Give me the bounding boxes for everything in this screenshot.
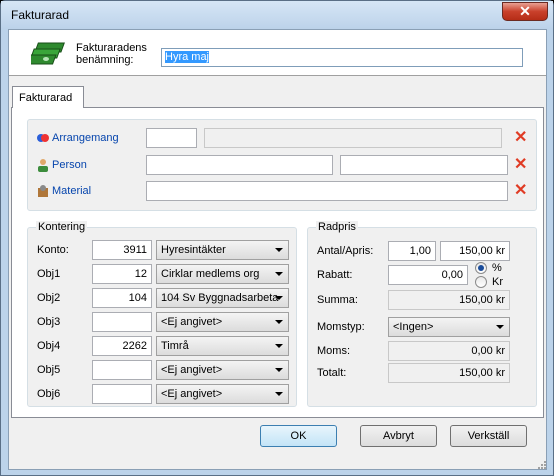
person-icon [38,159,48,172]
rabatt-label: Rabatt: [317,269,353,281]
obj2-select-value: 104 Sv Byggnadsarbeta [161,292,279,304]
arrangemang-icon [37,134,49,142]
remove-material-icon[interactable]: ✕ [514,180,527,200]
obj6-select[interactable]: <Ej angivet> [156,384,289,404]
obj6-input[interactable] [92,384,152,404]
chevron-down-icon [496,325,504,329]
obj4-input[interactable]: 2262 [92,336,152,356]
obj2-label: Obj2 [37,292,61,304]
antal-input[interactable]: 1,00 [388,241,436,261]
antal-label: Antal/Apris: [317,245,374,257]
close-button[interactable]: ✕ [502,2,548,21]
material-input[interactable] [146,181,508,201]
remove-person-icon[interactable]: ✕ [514,154,527,174]
material-icon [38,185,48,197]
obj2-input[interactable]: 104 [92,288,152,308]
remove-arrangemang-icon[interactable]: ✕ [514,127,527,147]
dialog-window: Fakturarad ✕ Fakturaradens benämning: Hy… [0,0,554,476]
obj3-select-value: <Ej angivet> [161,316,223,328]
obj2-select[interactable]: 104 Sv Byggnadsarbeta [156,288,289,308]
person-link[interactable]: Person [52,159,87,171]
obj4-label: Obj4 [37,340,61,352]
konto-select-value: Hyresintäkter [161,244,226,256]
summa-field: 150,00 kr [388,290,510,310]
obj1-label: Obj1 [37,268,61,280]
konto-input[interactable]: 3911 [92,240,152,260]
kr-radio[interactable] [475,276,487,288]
obj5-label: Obj5 [37,364,61,376]
kontering-group: Kontering Konto: 3911 Hyresintäkter Obj1… [27,221,297,407]
obj5-input[interactable] [92,360,152,380]
obj5-select-value: <Ej angivet> [161,364,223,376]
chevron-down-icon [275,368,283,372]
obj1-select[interactable]: Cirklar medlems org [156,264,289,284]
chevron-down-icon [275,392,283,396]
obj6-select-value: <Ej angivet> [161,388,223,400]
momstyp-select-value: <Ingen> [393,321,434,333]
title-bar[interactable]: Fakturarad ✕ [1,1,553,29]
summa-label: Summa: [317,294,358,306]
obj3-input[interactable] [92,312,152,332]
resize-grip-icon[interactable] [537,460,547,470]
obj3-select[interactable]: <Ej angivet> [156,312,289,332]
tab-fakturarad[interactable]: Fakturarad [12,86,84,108]
obj6-label: Obj6 [37,388,61,400]
material-link[interactable]: Material [52,185,91,197]
percent-radio[interactable] [475,262,487,274]
dialog-client: Fakturaradens benämning: Hyra maj Faktur… [8,29,547,470]
invoice-row-name-value: Hyra maj [165,51,210,63]
totalt-label: Totalt: [317,367,347,379]
kontering-title: Kontering [36,221,88,233]
obj1-input[interactable]: 12 [92,264,152,284]
links-box: Arrangemang ✕ Person ✕ Material ✕ [27,119,537,211]
obj4-select[interactable]: Timrå [156,336,289,356]
percent-label: % [492,262,502,274]
radpris-group: Radpris Antal/Apris: 1,00 150,00 kr Raba… [307,221,537,407]
person-second-input[interactable] [340,155,508,175]
totalt-field: 150,00 kr [388,363,510,383]
moms-field: 0,00 kr [388,341,510,361]
konto-select[interactable]: Hyresintäkter [156,240,289,260]
chevron-down-icon [275,344,283,348]
ok-button[interactable]: OK [260,425,337,447]
apris-input[interactable]: 150,00 kr [440,241,510,261]
chevron-down-icon [275,296,283,300]
obj5-select[interactable]: <Ej angivet> [156,360,289,380]
moms-label: Moms: [317,345,350,357]
money-stack-icon [31,42,65,65]
chevron-down-icon [275,320,283,324]
chevron-down-icon [275,272,283,276]
momstyp-label: Momstyp: [317,321,365,333]
chevron-down-icon [275,248,283,252]
apply-button[interactable]: Verkställ [450,425,527,447]
window-title: Fakturarad [11,8,70,22]
arrangemang-code-input[interactable] [146,128,197,148]
konto-label: Konto: [37,244,69,256]
obj4-select-value: Timrå [161,340,189,352]
cancel-button[interactable]: Avbryt [360,425,437,447]
person-first-input[interactable] [146,155,333,175]
arrangemang-link[interactable]: Arrangemang [52,132,119,144]
invoice-row-name-input[interactable]: Hyra maj [161,48,523,67]
header-area: Fakturaradens benämning: Hyra maj [9,30,546,76]
arrangemang-name-field [204,128,502,148]
radpris-title: Radpris [316,221,358,233]
momstyp-select[interactable]: <Ingen> [388,317,510,337]
invoice-row-name-label: Fakturaradens benämning: [76,42,147,66]
obj1-select-value: Cirklar medlems org [161,268,260,280]
rabatt-input[interactable]: 0,00 [388,265,468,285]
kr-label: Kr [492,276,503,288]
tab-panel: Arrangemang ✕ Person ✕ Material ✕ Konter… [11,107,544,418]
obj3-label: Obj3 [37,316,61,328]
